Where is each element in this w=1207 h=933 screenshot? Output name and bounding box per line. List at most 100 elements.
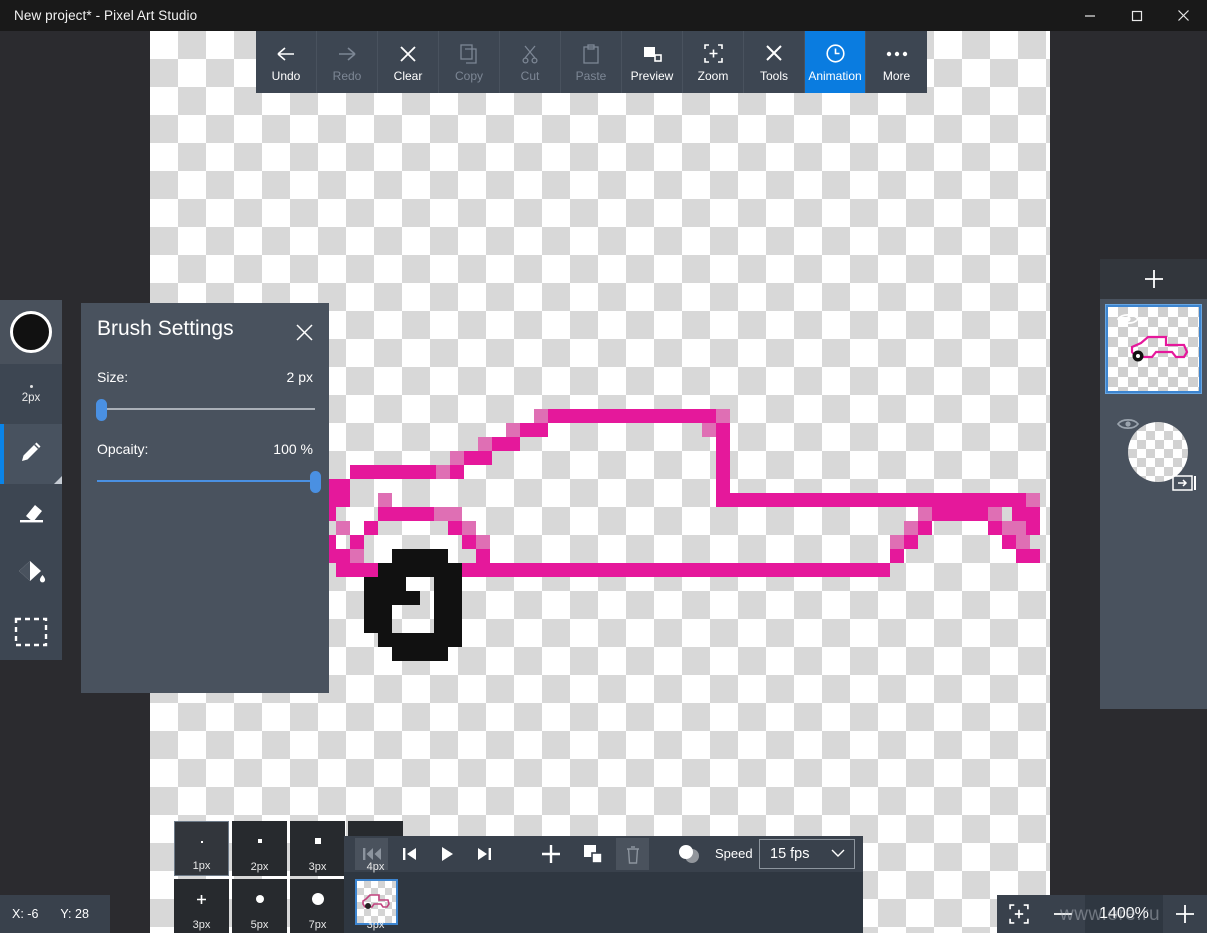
- zoom-controls: 1400%: [997, 895, 1207, 933]
- paste-button[interactable]: Paste: [561, 31, 622, 93]
- animation-button[interactable]: Animation: [805, 31, 866, 93]
- fit-to-screen-button[interactable]: [997, 895, 1041, 933]
- toolbar-label: Animation: [808, 68, 862, 83]
- brush-preset-label: 2px: [250, 861, 269, 873]
- zoom-in-button[interactable]: [1163, 895, 1207, 933]
- layer-item-1[interactable]: [1100, 299, 1207, 404]
- opacity-slider[interactable]: [97, 471, 321, 493]
- brush-preset-preview-icon: [174, 879, 229, 919]
- brush-preset-6[interactable]: 7px: [290, 879, 345, 933]
- add-layer-button[interactable]: [1100, 259, 1207, 299]
- layer-visibility-toggle[interactable]: [1116, 417, 1140, 436]
- eraser-tool[interactable]: [0, 484, 62, 544]
- clear-button[interactable]: Clear: [378, 31, 439, 93]
- brush-size-label: 2px: [21, 391, 41, 404]
- frame-strip: [344, 872, 863, 933]
- brush-size-button[interactable]: 2px: [0, 364, 62, 424]
- brush-settings-close-button[interactable]: [291, 319, 317, 345]
- window-title: New project* - Pixel Art Studio: [14, 8, 198, 23]
- opacity-value: 100 %: [273, 441, 313, 457]
- fill-tool[interactable]: [0, 544, 62, 604]
- brush-preset-5[interactable]: 5px: [232, 879, 287, 933]
- toolbar-label: Cut: [520, 68, 540, 83]
- pencil-icon: [17, 438, 45, 471]
- toolbar-label: Redo: [332, 68, 362, 83]
- arrow-left-icon: [275, 43, 297, 65]
- minimize-button[interactable]: [1066, 0, 1113, 31]
- zoom-button[interactable]: Zoom: [683, 31, 744, 93]
- toolbar-label: Undo: [271, 68, 301, 83]
- play-button[interactable]: [430, 838, 463, 870]
- pixel-art-studio-window: New project* - Pixel Art Studio Undo Red…: [0, 0, 1207, 933]
- undo-button[interactable]: Undo: [256, 31, 317, 93]
- animation-speed-select[interactable]: 15 fps: [759, 839, 855, 869]
- step-forward-icon: [477, 848, 491, 860]
- layer-item-2[interactable]: [1100, 404, 1207, 504]
- close-x-icon: [398, 43, 418, 65]
- brush-preset-preview-icon: [232, 879, 287, 919]
- toolbar-label: Zoom: [697, 68, 729, 83]
- duplicate-icon: [583, 845, 603, 864]
- layer-visibility-toggle[interactable]: [1116, 312, 1140, 331]
- zoom-frame-icon: [703, 43, 724, 65]
- brush-preset-label: 3px: [366, 919, 385, 931]
- opacity-slider-thumb[interactable]: [310, 471, 321, 493]
- brush-preset-preview-icon: [232, 821, 287, 861]
- preview-icon: [642, 43, 662, 65]
- coordinate-y: Y: 28: [60, 907, 89, 921]
- paint-bucket-icon: [16, 558, 46, 591]
- arrow-right-icon: [336, 43, 358, 65]
- toolbar-label: Copy: [454, 68, 483, 83]
- brush-preset-label: 5px: [250, 919, 269, 931]
- brush-preset-preview-icon: [290, 879, 345, 919]
- brush-preset-2[interactable]: 3px: [290, 821, 345, 876]
- tools-icon: [764, 43, 785, 65]
- merge-down-icon[interactable]: [1172, 475, 1198, 496]
- close-button[interactable]: [1160, 0, 1207, 31]
- brush-preset-1[interactable]: 2px: [232, 821, 287, 876]
- zoom-out-button[interactable]: [1041, 895, 1085, 933]
- color-swatch-button[interactable]: [0, 300, 62, 364]
- plus-icon: [1176, 905, 1194, 923]
- minus-icon: [1054, 913, 1072, 915]
- size-value: 2 px: [286, 369, 313, 385]
- scissors-icon: [521, 43, 539, 65]
- ellipsis-icon: [885, 43, 909, 65]
- title-bar: New project* - Pixel Art Studio: [0, 0, 1207, 31]
- brush-preset-label: 3px: [192, 919, 211, 931]
- current-color-swatch: [10, 311, 52, 353]
- plus-icon: [541, 845, 560, 863]
- cut-button[interactable]: Cut: [500, 31, 561, 93]
- onion-skin-button[interactable]: [672, 838, 705, 870]
- select-tool[interactable]: [0, 604, 62, 664]
- brush-preset-4[interactable]: 3px: [174, 879, 229, 933]
- size-slider-thumb[interactable]: [96, 399, 108, 421]
- copy-button[interactable]: Copy: [439, 31, 500, 93]
- redo-button[interactable]: Redo: [317, 31, 378, 93]
- delete-frame-button[interactable]: [616, 838, 649, 870]
- maximize-button[interactable]: [1113, 0, 1160, 31]
- trash-icon: [626, 845, 639, 864]
- animation-speed-label: Speed: [715, 846, 753, 861]
- toolbar-label: Tools: [759, 68, 788, 83]
- play-icon: [441, 847, 453, 861]
- brush-settings-panel: Brush Settings Size: 2 px Opcaity: 100 %…: [81, 303, 403, 933]
- previous-frame-button[interactable]: [394, 838, 427, 870]
- animation-speed-value: 15 fps: [770, 846, 810, 862]
- brush-preset-label: 1px: [192, 860, 211, 872]
- brush-preset-label: 3px: [308, 861, 327, 873]
- pencil-tool[interactable]: [0, 424, 62, 484]
- tools-button[interactable]: Tools: [744, 31, 805, 93]
- plus-icon: [1144, 270, 1163, 288]
- brush-settings-title: Brush Settings: [97, 317, 234, 340]
- size-slider[interactable]: [96, 399, 315, 421]
- add-frame-button[interactable]: [534, 838, 567, 870]
- fit-to-screen-icon: [1009, 904, 1029, 924]
- preview-button[interactable]: Preview: [622, 31, 683, 93]
- select-rectangle-icon: [14, 617, 48, 652]
- more-button[interactable]: More: [866, 31, 927, 93]
- toolbar-label: Clear: [393, 68, 423, 83]
- brush-preset-0[interactable]: 1px: [174, 821, 229, 876]
- next-frame-button[interactable]: [466, 838, 499, 870]
- duplicate-frame-button[interactable]: [576, 838, 609, 870]
